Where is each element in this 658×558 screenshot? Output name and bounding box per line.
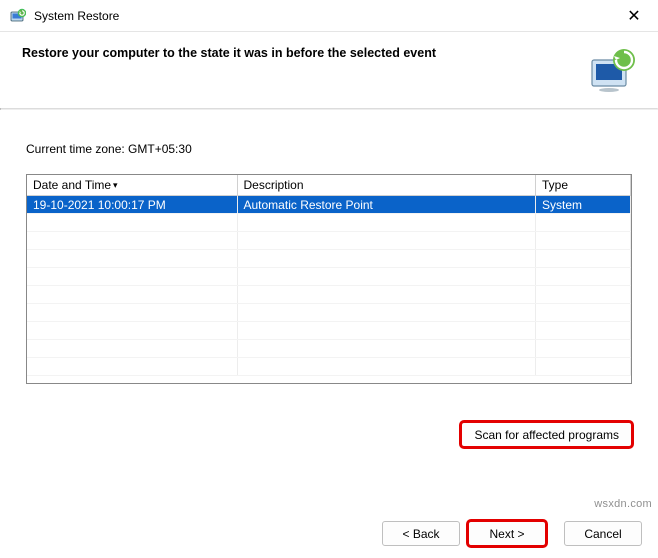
sort-indicator-icon: ▾ [113,180,118,190]
column-header-datetime[interactable]: Date and Time▾ [27,175,237,196]
restore-points-table[interactable]: Date and Time▾ Description Type 19-10-20… [26,174,632,384]
table-row-empty: . [27,250,631,268]
wizard-footer: < Back Next > Cancel [382,521,642,546]
close-button[interactable]: ✕ [620,4,648,28]
content-area: Current time zone: GMT+05:30 Date and Ti… [0,110,658,394]
window-title: System Restore [34,9,119,23]
table-row-empty: . [27,340,631,358]
table-row-empty: . [27,214,631,232]
table-row-empty: . [27,358,631,376]
back-button[interactable]: < Back [382,521,460,546]
cell-description: Automatic Restore Point [237,196,536,214]
scan-affected-programs-button[interactable]: Scan for affected programs [461,422,632,447]
page-heading: Restore your computer to the state it wa… [22,46,588,60]
table-row-empty: . [27,322,631,340]
table-row-empty: . [27,286,631,304]
titlebar: System Restore ✕ [0,0,658,32]
system-restore-icon [10,8,26,24]
system-restore-hero-icon [588,46,638,96]
watermark-text: wsxdn.com [594,498,652,510]
column-label: Type [542,178,568,192]
next-button[interactable]: Next > [468,521,546,546]
table-row-empty: . [27,268,631,286]
cell-datetime: 19-10-2021 10:00:17 PM [27,196,237,214]
table-row[interactable]: 19-10-2021 10:00:17 PM Automatic Restore… [27,196,631,214]
timezone-label: Current time zone: GMT+05:30 [26,142,632,156]
column-header-type[interactable]: Type [536,175,631,196]
column-header-description[interactable]: Description [237,175,536,196]
table-row-empty: . [27,232,631,250]
table-header-row: Date and Time▾ Description Type [27,175,631,196]
scan-row: Scan for affected programs [0,394,658,447]
cancel-button[interactable]: Cancel [564,521,642,546]
column-label: Description [244,178,304,192]
cell-type: System [536,196,631,214]
table-row-empty: . [27,304,631,322]
wizard-header: Restore your computer to the state it wa… [0,32,658,108]
column-label: Date and Time [33,178,111,192]
